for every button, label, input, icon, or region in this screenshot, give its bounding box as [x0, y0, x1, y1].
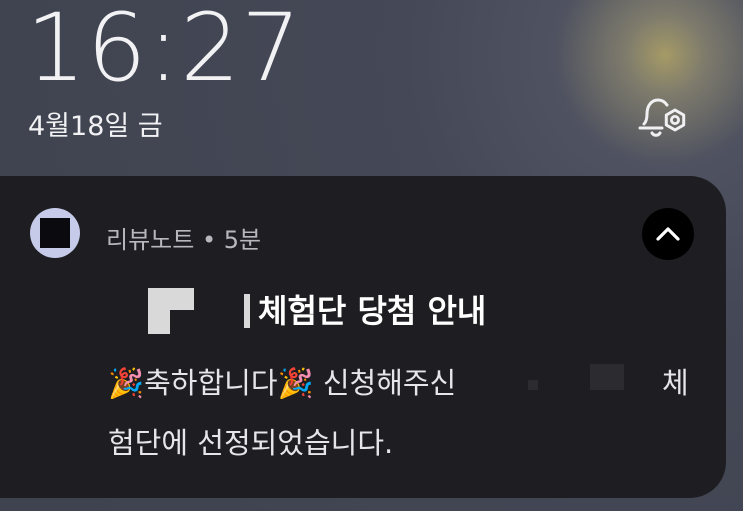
redacted-block [244, 294, 250, 328]
redacted-block [148, 310, 170, 334]
notification-body-line: 🎉축하합니다🎉 신청해주신 [108, 366, 457, 400]
collapse-button[interactable] [642, 208, 694, 260]
app-name: 리뷰노트 [106, 226, 195, 254]
notification-title: 체험단 당첨 안내 [258, 292, 487, 330]
lockscreen-clock: 16:27 [26, 0, 302, 103]
redacted-block [590, 364, 624, 390]
lockscreen-date: 4월18일 금 [28, 111, 163, 142]
redacted-block [528, 380, 538, 390]
redacted-block [148, 288, 194, 310]
notification-body-text: 체 [662, 366, 689, 400]
notification-time: 5분 [223, 226, 262, 254]
header-separator: • [194, 226, 224, 254]
notification-body-line: 험단에 선정되었습니다. [108, 426, 394, 460]
chevron-up-icon [656, 227, 680, 241]
app-icon [30, 208, 80, 258]
notification-card[interactable]: 리뷰노트 • 5분 체험단 당첨 안내 🎉축하합니다🎉 신청해주신 체 험단에 … [0, 176, 726, 498]
notification-header: 리뷰노트 • 5분 [106, 220, 261, 255]
notification-settings-icon[interactable] [636, 92, 692, 140]
